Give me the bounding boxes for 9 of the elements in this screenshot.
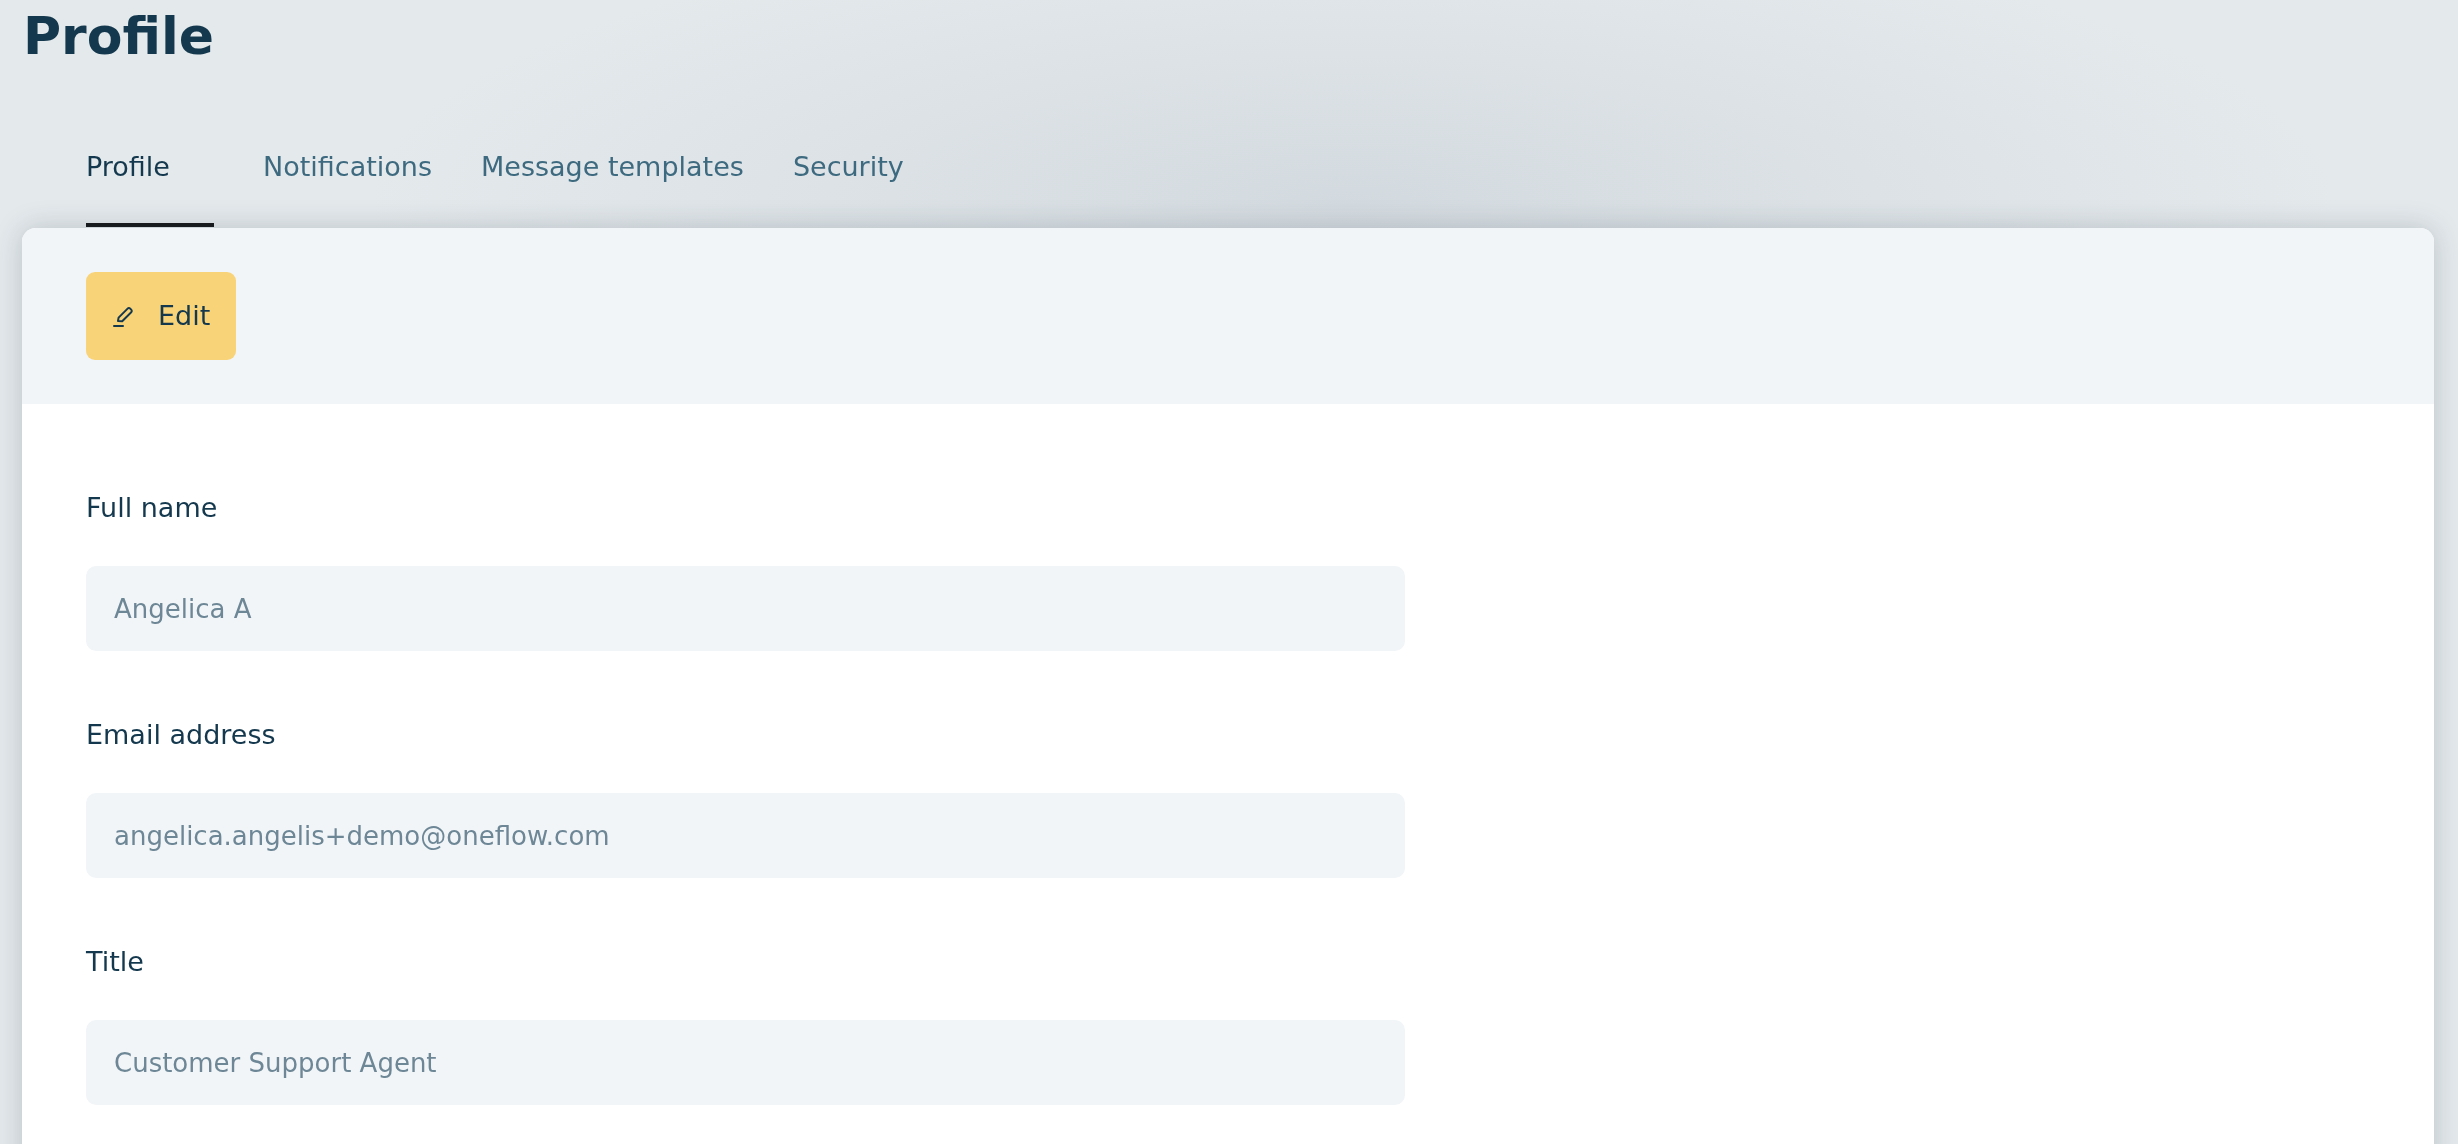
tab[interactable]: Message templates	[481, 130, 744, 227]
field-label: Full name	[86, 491, 218, 525]
tab[interactable]: Security	[792, 130, 921, 227]
tab[interactable]: Notifications	[263, 130, 432, 227]
page-title: Profile	[22, 5, 215, 68]
pencil-icon	[112, 304, 136, 328]
edit-button[interactable]: Edit	[86, 272, 237, 360]
field-label: Title	[86, 945, 144, 979]
field-label: Email address	[86, 718, 276, 752]
